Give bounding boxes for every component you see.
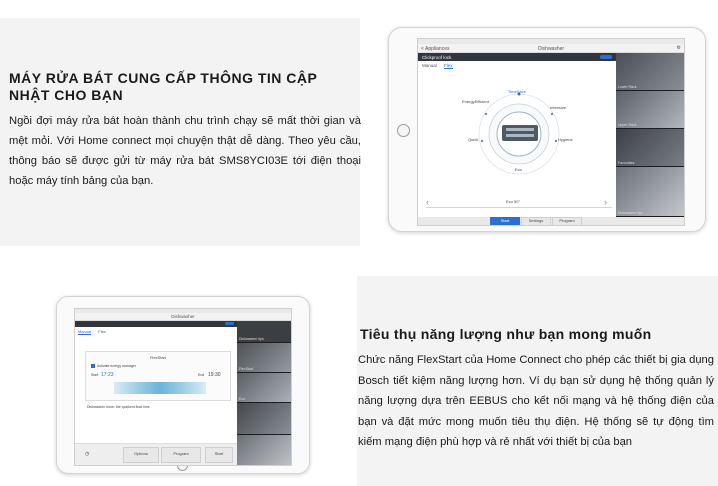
sidebar-item-tips[interactable]: Dishwasher tips <box>237 321 291 343</box>
wheel-label-intensive[interactable]: Intensive <box>550 105 566 110</box>
flexstart-note: Dishwasher done: the quickest final time <box>87 405 150 409</box>
energy-manager-checkbox[interactable] <box>91 364 95 368</box>
tablet-1-screen: < Appliances Dishwasher ⚙ Clickproof loc… <box>417 38 685 226</box>
sidebar-item-image[interactable] <box>237 435 291 465</box>
wheel-label-quick[interactable]: Quick <box>468 137 478 142</box>
sidebar-item-image[interactable] <box>237 403 291 435</box>
tablet-dishwasher-status: < Appliances Dishwasher ⚙ Clickproof loc… <box>388 27 706 232</box>
sidebar-item-tips[interactable]: Dishwasher tips <box>616 167 684 217</box>
sidebar-item-flexstart[interactable]: FlexStart <box>237 343 291 373</box>
section-2-paragraph: Chức năng FlexStart của Home Connect cho… <box>358 354 714 448</box>
app-top-bar: Dishwasher <box>75 313 291 321</box>
chevron-left-icon[interactable]: ‹ <box>426 197 429 207</box>
chevron-right-icon[interactable]: › <box>604 197 607 207</box>
nav-program-button[interactable]: Program <box>552 217 582 225</box>
tablet-flexstart: Dishwasher Manual Flex FlexStart Activat… <box>56 296 310 474</box>
options-button[interactable]: Options <box>123 447 159 463</box>
program-wheel[interactable] <box>454 79 584 179</box>
power-toggle[interactable] <box>600 55 612 59</box>
tab-manual[interactable]: Manual <box>78 329 92 335</box>
sidebar: Lower Rack Upper Rack Favourites Dishwas… <box>616 53 684 217</box>
clock-icon: ◷ <box>85 451 90 457</box>
flexstart-title: FlexStart <box>149 355 166 360</box>
program-button[interactable]: Program <box>161 447 201 463</box>
gear-icon[interactable]: ⚙ <box>677 45 681 51</box>
sidebar-item-favourites[interactable]: Favourites <box>616 129 684 167</box>
start-button[interactable]: Start <box>205 447 233 463</box>
start-label: Start <box>91 373 99 377</box>
energy-timeline-bar[interactable] <box>114 382 206 394</box>
end-time[interactable]: 19:30 <box>208 372 221 378</box>
tabs: Manual Flex <box>422 63 459 69</box>
program-label: Clickproof lock <box>422 55 452 60</box>
home-button <box>397 124 410 137</box>
tablet-2-screen: Dishwasher Manual Flex FlexStart Activat… <box>74 308 292 466</box>
sidebar: Dishwasher tips FlexStart Eco <box>237 321 291 465</box>
tab-flex[interactable]: Flex <box>98 329 106 334</box>
power-toggle[interactable] <box>225 322 234 325</box>
app-title: Dishwasher <box>171 314 195 319</box>
flexstart-card: FlexStart Activate energy manager Start … <box>85 351 231 401</box>
nav-settings-button[interactable]: Settings <box>521 217 551 225</box>
section-1-paragraph: Ngồi đợi máy rửa bát hoàn thành chu trìn… <box>9 115 361 187</box>
sidebar-item-lower-rack[interactable]: Lower Rack <box>616 53 684 91</box>
wheel-label-hygiene[interactable]: Hygiene <box>558 137 573 142</box>
section-1-heading: MÁY RỬA BÁT CUNG CẤP THÔNG TIN CẬP NHẬT … <box>9 70 318 103</box>
energy-manager-label: Activate energy manager <box>97 364 136 368</box>
app-top-bar: < Appliances Dishwasher ⚙ <box>418 44 684 53</box>
section-2-heading: Tiêu thụ năng lượng như bạn mong muốn <box>360 326 652 342</box>
program-bar: Clickproof lock <box>418 53 616 61</box>
program-bar <box>75 321 237 327</box>
wheel-label-timesave[interactable]: TimeSave <box>508 89 526 94</box>
tab-manual[interactable]: Manual <box>422 63 437 68</box>
end-label: End <box>198 373 205 377</box>
progress-line <box>426 207 612 208</box>
nav-start-button[interactable]: Start <box>490 217 520 225</box>
wheel-label-energy[interactable]: EnergyEfficient <box>462 99 489 104</box>
sidebar-item-upper-rack[interactable]: Upper Rack <box>616 91 684 129</box>
tabs: Manual Flex <box>78 329 112 335</box>
app-title: Dishwasher <box>537 46 565 52</box>
tab-flex[interactable]: Flex <box>444 63 453 69</box>
selected-program-label: Eco 50° <box>506 199 521 204</box>
wheel-center-label: Eco <box>515 167 522 172</box>
sidebar-item-eco[interactable]: Eco <box>237 373 291 403</box>
start-time[interactable]: 17:23 <box>101 372 114 378</box>
